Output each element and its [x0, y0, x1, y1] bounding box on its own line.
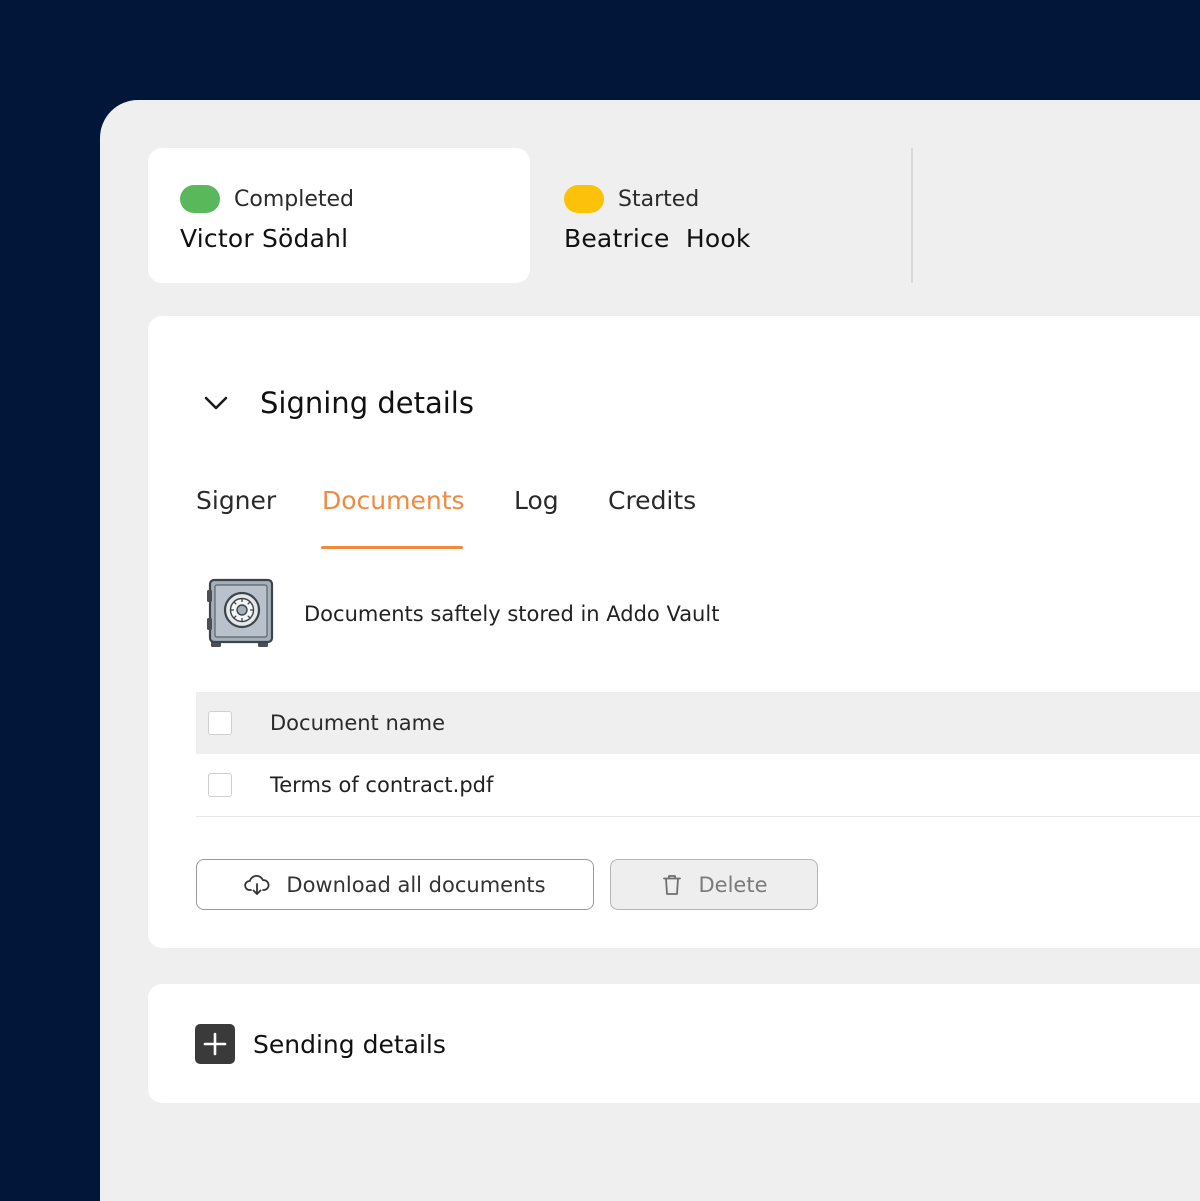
select-all-checkbox[interactable] — [208, 711, 232, 735]
tab-log[interactable]: Log — [514, 486, 559, 515]
table-row[interactable]: Terms of contract.pdf — [196, 754, 1200, 817]
signer-name: Victor Södahl — [180, 224, 349, 253]
tab-active-underline — [321, 546, 463, 549]
sending-details-header[interactable]: Sending details — [195, 1024, 446, 1064]
signing-details-header[interactable]: Signing details — [200, 386, 474, 420]
tab-signer[interactable]: Signer — [196, 486, 276, 515]
vault-notice: Documents saftely stored in Addo Vault — [206, 578, 719, 650]
signer-card-completed[interactable]: Completed Victor Södahl — [148, 148, 530, 283]
status-row: Completed — [180, 184, 530, 214]
delete-label: Delete — [698, 872, 768, 897]
plus-icon[interactable] — [195, 1024, 235, 1064]
signer-name: Beatrice Hook — [564, 224, 751, 253]
column-document-name: Document name — [270, 711, 446, 735]
download-all-label: Download all documents — [286, 872, 546, 897]
cloud-download-icon — [244, 874, 270, 895]
trash-icon — [662, 874, 681, 895]
table-header: Document name — [196, 692, 1200, 754]
download-all-button[interactable]: Download all documents — [196, 859, 594, 910]
signing-details-card: Signing details Signer Documents Log Cre… — [148, 316, 1200, 948]
status-dot-completed — [180, 185, 220, 213]
safe-vault-icon — [207, 578, 274, 647]
status-row: Started — [564, 184, 912, 214]
vault-message: Documents saftely stored in Addo Vault — [304, 602, 720, 626]
signer-divider — [911, 148, 913, 283]
documents-table: Document name Terms of contract.pdf — [196, 692, 1200, 817]
tab-credits[interactable]: Credits — [608, 486, 696, 515]
document-name-cell: Terms of contract.pdf — [270, 773, 494, 797]
delete-button[interactable]: Delete — [610, 859, 818, 910]
signing-details-title: Signing details — [260, 386, 474, 420]
main-panel: Completed Victor Södahl Started Beatrice… — [100, 100, 1200, 1201]
status-dot-started — [564, 185, 604, 213]
status-label: Started — [618, 186, 700, 212]
chevron-down-icon[interactable] — [200, 387, 232, 419]
tab-documents[interactable]: Documents — [322, 486, 465, 515]
row-checkbox[interactable] — [208, 773, 232, 797]
sending-details-card: Sending details — [148, 984, 1200, 1103]
status-label: Completed — [234, 186, 354, 212]
sending-details-title: Sending details — [253, 1029, 446, 1059]
signer-card-started[interactable]: Started Beatrice Hook — [532, 148, 912, 283]
